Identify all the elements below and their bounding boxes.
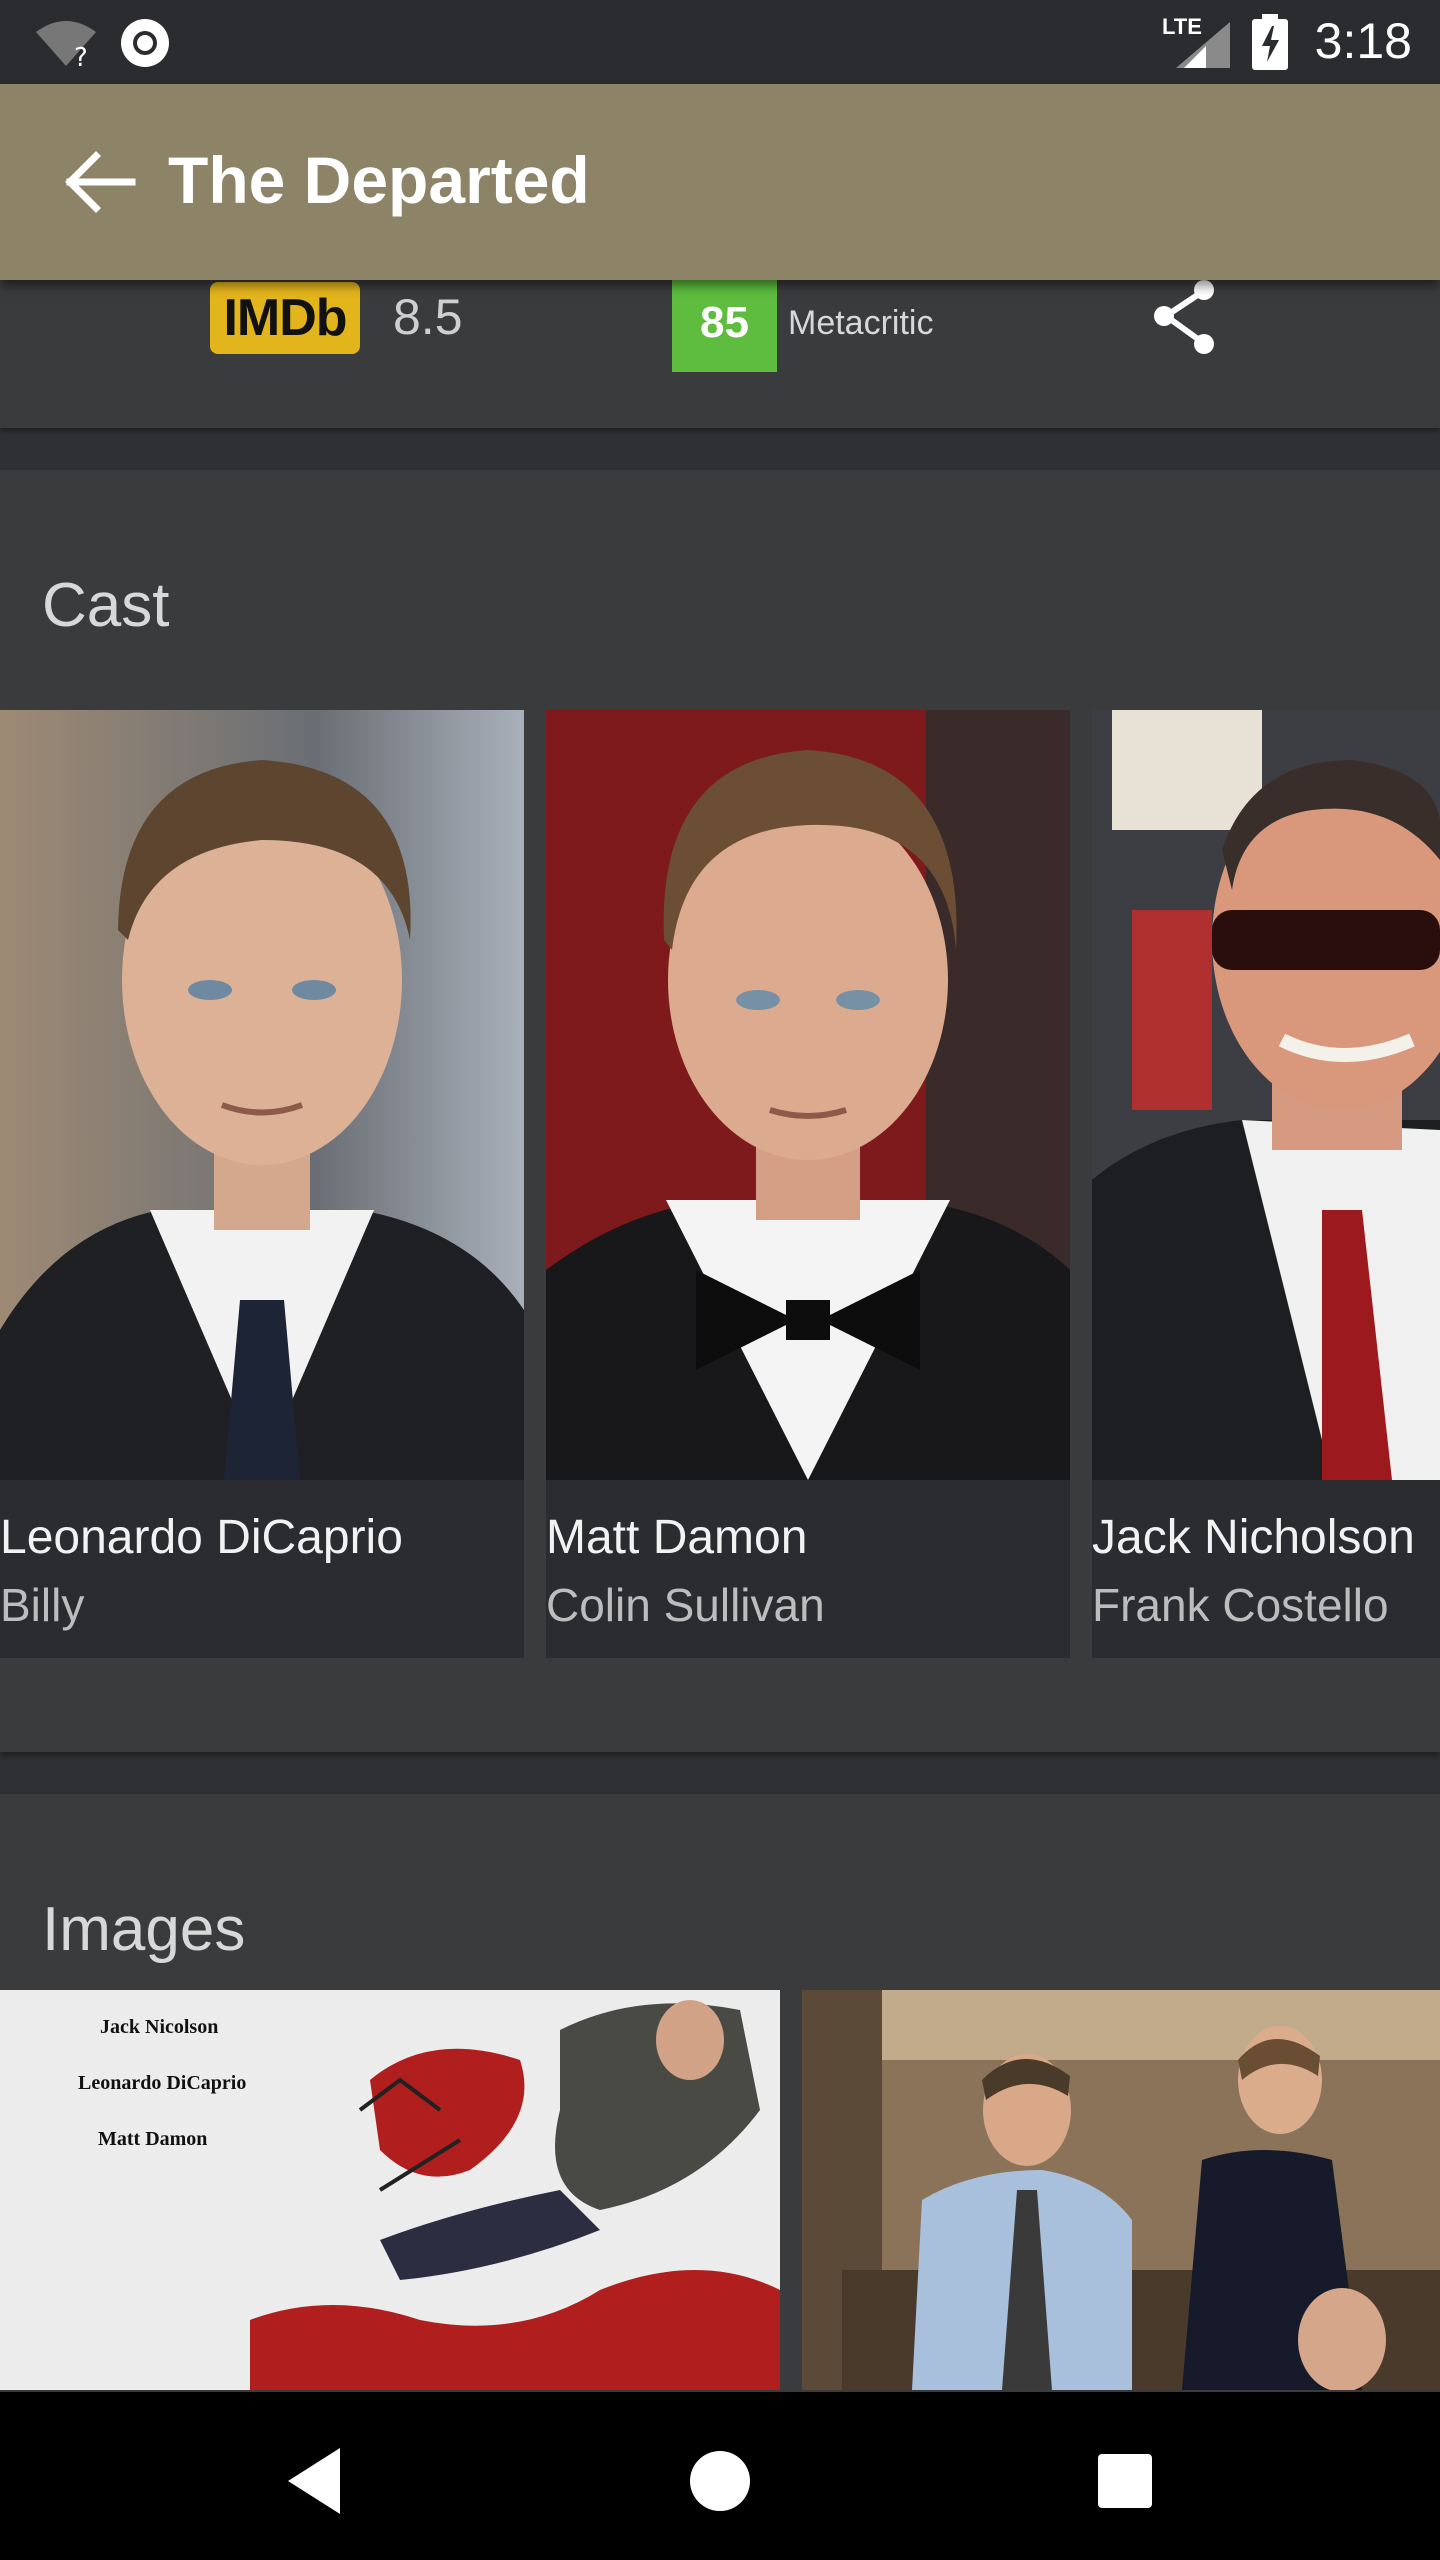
cast-photo bbox=[546, 710, 1070, 1480]
recents-square-icon bbox=[1098, 2454, 1152, 2508]
cast-name: Jack Nicholson bbox=[1092, 1511, 1415, 1564]
cast-heading: Cast bbox=[42, 571, 170, 640]
cast-role: Billy bbox=[0, 1579, 85, 1631]
nav-back-button[interactable] bbox=[270, 2436, 360, 2526]
ratings-card: IMDb 8.5 85 Metacritic bbox=[0, 280, 1440, 428]
cast-name: Matt Damon bbox=[546, 1511, 808, 1564]
images-heading: Images bbox=[42, 1895, 246, 1964]
cast-name: Leonardo DiCaprio bbox=[0, 1511, 403, 1564]
navigation-bar bbox=[0, 2392, 1440, 2560]
metacritic-label: Metacritic bbox=[788, 304, 934, 342]
status-bar: ? LTE 3:18 bbox=[0, 0, 1440, 84]
svg-text:?: ? bbox=[74, 43, 88, 68]
app-bar: The Departed bbox=[0, 84, 1440, 280]
arrow-left-icon bbox=[65, 151, 136, 213]
movie-still bbox=[802, 1990, 1440, 2390]
share-icon bbox=[1154, 280, 1214, 354]
share-button[interactable] bbox=[1140, 280, 1236, 360]
back-triangle-icon bbox=[288, 2448, 340, 2514]
cast-role: Colin Sullivan bbox=[546, 1579, 825, 1631]
wifi-unknown-icon: ? bbox=[36, 21, 96, 68]
image-thumbnail[interactable]: Jack Nicolson Leonardo DiCaprio Matt Dam… bbox=[0, 1990, 780, 2390]
poster-artwork bbox=[250, 2000, 780, 2390]
cast-role: Frank Costello bbox=[1092, 1579, 1389, 1631]
back-button[interactable] bbox=[50, 132, 150, 232]
nav-home-button[interactable] bbox=[675, 2436, 765, 2526]
cast-item[interactable]: Leonardo DiCaprio Billy bbox=[0, 710, 524, 1658]
sync-icon bbox=[121, 19, 169, 67]
image-thumbnail[interactable] bbox=[802, 1990, 1440, 2390]
home-circle-icon bbox=[690, 2451, 750, 2511]
cast-item[interactable]: Jack Nicholson Frank Costello bbox=[1092, 710, 1440, 1658]
battery-charging-icon bbox=[1252, 14, 1288, 70]
cast-photo bbox=[0, 710, 524, 1480]
lte-signal-icon bbox=[1176, 22, 1230, 68]
cast-card: Cast Leonardo DiCaprio Billy Matt Damon … bbox=[0, 470, 1440, 1752]
imdb-score: 8.5 bbox=[393, 289, 463, 345]
cast-photo bbox=[1092, 710, 1440, 1480]
nav-recents-button[interactable] bbox=[1080, 2436, 1170, 2526]
status-time: 3:18 bbox=[1314, 13, 1412, 69]
page-title: The Departed bbox=[168, 143, 590, 217]
cast-item[interactable]: Matt Damon Colin Sullivan bbox=[546, 710, 1070, 1658]
metacritic-score[interactable]: 85 bbox=[672, 280, 777, 372]
imdb-badge[interactable]: IMDb bbox=[210, 282, 360, 354]
images-card: Images Jack Nicolson Leonardo DiCaprio M… bbox=[0, 1794, 1440, 2494]
